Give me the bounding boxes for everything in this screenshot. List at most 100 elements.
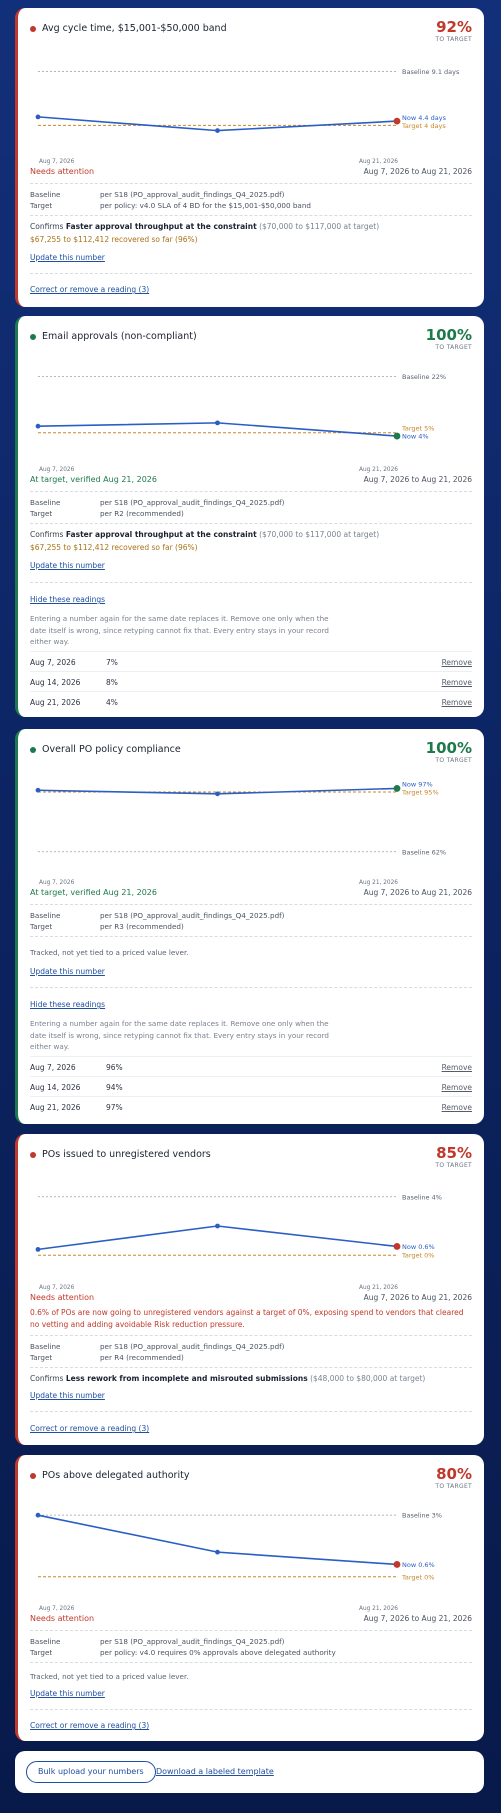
card-title: POs issued to unregistered vendors <box>42 1149 211 1160</box>
trend-chart: Baseline 62% Now 97%Target 95% Aug 7, 2026… <box>35 781 446 886</box>
update-number-link[interactable]: Update this number <box>30 253 105 262</box>
remove-reading-button[interactable]: Remove <box>442 678 472 687</box>
baseline-label: Baseline 22% <box>402 373 446 381</box>
correct-reading-link[interactable]: Correct or remove a reading (3) <box>30 285 149 294</box>
status-text: Needs attention <box>30 1293 95 1302</box>
series-line <box>37 1225 398 1251</box>
data-point <box>393 117 401 125</box>
series-line <box>37 1514 398 1566</box>
recovered-amount: $67,255 to $112,412 recovered so far (96… <box>30 543 198 552</box>
date-range: Aug 7, 2026 to Aug 21, 2026 <box>363 1293 472 1302</box>
data-point <box>35 1246 41 1252</box>
target-label: Target 4 days <box>401 122 446 130</box>
target-source: per R2 (recommended) <box>100 509 184 518</box>
update-number-link[interactable]: Update this number <box>30 561 105 570</box>
remove-reading-button[interactable]: Remove <box>442 698 472 707</box>
target-source: per policy: v4.0 SLA of 4 BD for the $15… <box>100 201 311 210</box>
metric-card-avg-cycle-time: Avg cycle time, $15,001-$50,000 band 92%… <box>15 8 484 307</box>
status-dot <box>30 25 36 32</box>
divider <box>30 987 472 988</box>
hide-readings-link[interactable]: Hide these readings <box>30 1000 105 1009</box>
data-point <box>393 432 401 440</box>
divider <box>30 904 472 905</box>
date-range: Aug 7, 2026 to Aug 21, 2026 <box>363 475 472 484</box>
target-label: Target <box>30 509 53 518</box>
target-label: Target <box>30 1648 53 1657</box>
baseline-label: Baseline <box>30 1637 61 1646</box>
target-source: per policy: v4.0 requires 0% approvals a… <box>100 1648 336 1657</box>
reading-row: Aug 14, 2026 8% Remove <box>30 671 472 691</box>
data-point <box>393 785 401 792</box>
now-label: Now 0.6% <box>402 1561 435 1569</box>
baseline-source: per S18 (PO_approval_audit_findings_Q4_2… <box>100 911 285 920</box>
baseline-source: per S18 (PO_approval_audit_findings_Q4_2… <box>100 190 285 199</box>
x-tick-label: Aug 7, 2026 <box>39 1285 75 1291</box>
trend-chart: Baseline 22% Now 4%Target 5% Aug 7, 2026 Au… <box>35 373 446 473</box>
trend-chart: Baseline 3% Now 0.6% Target 0% Aug 7, 2026 A… <box>35 1512 442 1612</box>
divider <box>30 215 472 216</box>
reading-row: Aug 7, 2026 7% Remove <box>30 651 472 671</box>
baseline-label: Baseline <box>30 1342 61 1351</box>
update-number-link[interactable]: Update this number <box>30 1689 105 1698</box>
card-title: Email approvals (non-compliant) <box>42 331 197 342</box>
pct-to-target: 100% <box>425 739 472 757</box>
reading-row: Aug 21, 2026 97% Remove <box>30 1096 472 1116</box>
confirms-lever: Confirms Faster approval throughput at t… <box>30 222 380 231</box>
divider <box>30 582 472 583</box>
status-text: Needs attention <box>30 1614 95 1623</box>
warning-text: 0.6% of POs are now going to unregistere… <box>30 1308 464 1329</box>
data-point <box>35 1512 41 1518</box>
status-dot <box>30 1472 36 1479</box>
baseline-source: per S18 (PO_approval_audit_findings_Q4_2… <box>100 498 285 507</box>
divider <box>30 523 472 524</box>
remove-reading-button[interactable]: Remove <box>442 1063 472 1072</box>
baseline-source: per S18 (PO_approval_audit_findings_Q4_2… <box>100 1342 285 1351</box>
x-tick-label: Aug 21, 2026 <box>359 159 398 165</box>
tracked-note: Tracked, not yet tied to a priced value … <box>30 948 189 957</box>
download-template-link[interactable]: Download a labeled template <box>156 1767 274 1776</box>
date-range: Aug 7, 2026 to Aug 21, 2026 <box>363 888 472 897</box>
remove-reading-button[interactable]: Remove <box>442 1083 472 1092</box>
bulk-upload-button[interactable]: Bulk upload your numbers <box>26 1761 156 1783</box>
correct-reading-link[interactable]: Correct or remove a reading (3) <box>30 1721 149 1730</box>
data-point <box>215 1549 220 1555</box>
baseline-source: per S18 (PO_approval_audit_findings_Q4_2… <box>100 1637 285 1646</box>
target-source: per R4 (recommended) <box>100 1353 184 1362</box>
target-label: Target <box>30 1353 53 1362</box>
correct-reading-link[interactable]: Correct or remove a reading (3) <box>30 1424 149 1433</box>
readings-note: Entering a number again for the same dat… <box>30 1019 329 1051</box>
baseline-label: Baseline 9.1 days <box>402 68 460 76</box>
pct-sub-label: TO TARGET <box>435 757 472 764</box>
update-number-link[interactable]: Update this number <box>30 1391 105 1400</box>
update-number-link[interactable]: Update this number <box>30 967 105 976</box>
pct-sub-label: TO TARGET <box>435 1162 472 1169</box>
hide-readings-link[interactable]: Hide these readings <box>30 595 105 604</box>
metric-card-unregistered-vendors: POs issued to unregistered vendors 85% TO… <box>15 1134 484 1445</box>
remove-reading-button[interactable]: Remove <box>442 658 472 667</box>
card-title: Overall PO policy compliance <box>42 744 181 755</box>
baseline-label: Baseline <box>30 498 61 507</box>
divider <box>30 1630 472 1631</box>
pct-sub-label: TO TARGET <box>435 1483 472 1490</box>
metric-card-po-policy-compliance: Overall PO policy compliance 100% TO TARG… <box>15 729 484 1124</box>
baseline-label: Baseline <box>30 911 61 920</box>
status-dot <box>30 746 36 753</box>
now-label: Now 97% <box>402 781 433 789</box>
recovered-amount: $67,255 to $112,412 recovered so far (96… <box>30 235 198 244</box>
x-tick-label: Aug 21, 2026 <box>359 1285 398 1291</box>
x-tick-label: Aug 7, 2026 <box>39 159 75 165</box>
remove-reading-button[interactable]: Remove <box>442 1103 472 1112</box>
x-tick-label: Aug 7, 2026 <box>39 1606 75 1612</box>
x-tick-label: Aug 21, 2026 <box>359 467 398 473</box>
trend-chart: Baseline 4% Now 0.6%Target 0% Aug 7, 2026 A… <box>35 1193 442 1291</box>
divider <box>30 491 472 492</box>
baseline-label: Baseline <box>30 190 61 199</box>
status-text: Needs attention <box>30 167 95 176</box>
pct-to-target: 100% <box>425 326 472 344</box>
target-label: Target <box>30 922 53 931</box>
x-tick-label: Aug 7, 2026 <box>39 467 75 473</box>
divider <box>30 1709 472 1710</box>
data-point <box>35 114 41 120</box>
data-point <box>215 1223 220 1229</box>
target-source: per R3 (recommended) <box>100 922 184 931</box>
